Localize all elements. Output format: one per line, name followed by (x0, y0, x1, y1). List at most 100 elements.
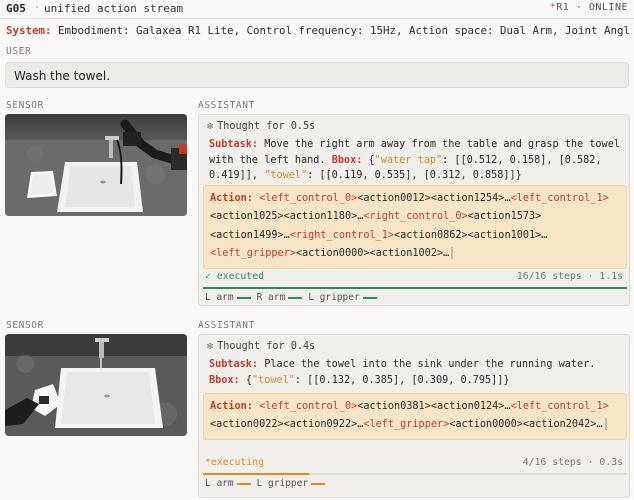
status-text: ONLINE (588, 2, 628, 13)
subtask-description: Place the towel into the sink under the … (264, 359, 596, 370)
action-token: <action1180> (283, 211, 358, 223)
sensor-label: SENSOR (6, 100, 44, 111)
status-model: R1 (556, 2, 570, 13)
sparkle-icon: ✻ (207, 121, 214, 132)
status-sep: · (575, 2, 583, 13)
bbox-object-name: "towel" (264, 170, 308, 181)
progress-bar (203, 287, 627, 289)
action-token: <action0000> (449, 419, 523, 431)
subtask-text: Subtask: Move the right arm away from th… (209, 137, 627, 184)
status-indicator: *R1 · ONLINE (550, 2, 628, 13)
control-token: <left_control_1> (510, 401, 609, 412)
action-token: … (443, 248, 450, 260)
check-icon: ✓ (205, 271, 211, 282)
action-token: <action0922> (283, 419, 358, 431)
control-token: <left_control_0> (259, 193, 358, 204)
control-token: <left_control_1> (510, 193, 609, 204)
user-message-box: Wash the towel. (5, 62, 629, 88)
action-token: <action0862> (394, 229, 468, 241)
legend-line (311, 482, 326, 485)
stream-title: unified action stream (44, 2, 184, 15)
sensor-image (5, 334, 187, 436)
thought-duration: Thought for 0.5s (217, 121, 316, 132)
header-bar: G05 · unified action stream *R1 · ONLINE (0, 0, 634, 19)
subtask-label: Subtask: (209, 359, 259, 370)
progress-fill (203, 473, 309, 475)
action-token: <action0124> (430, 401, 505, 412)
progress-fill (203, 287, 627, 289)
action-token: <action1002> (369, 248, 444, 260)
sensor-label: SENSOR (6, 320, 44, 331)
status-word: executed (216, 271, 264, 282)
control-token: <right_control_0> (363, 211, 468, 223)
assistant-label: ASSISTANT (198, 320, 255, 331)
thought-row[interactable]: ✻ Thought for 0.5s (207, 121, 315, 132)
action-token: <action1254> (430, 193, 505, 204)
legend-entry: L gripper (256, 478, 309, 489)
action-token: <action1499> (210, 229, 284, 241)
action-label: Action: (210, 193, 253, 204)
bbox-label: Bbox: (209, 374, 240, 386)
status-word: executing (210, 457, 264, 468)
status-label: ✓ executed (205, 271, 264, 282)
legend-line (236, 482, 251, 485)
episode-id: G05 (6, 2, 26, 15)
bbox-label: Bbox: (331, 154, 363, 166)
control-token: <left_gripper> (210, 248, 296, 260)
legend-entry: L gripper (308, 292, 360, 303)
subtask-text: Subtask: Place the towel into the sink u… (209, 357, 627, 388)
system-text: Embodiment: Galaxea R1 Lite, Control fre… (58, 24, 630, 37)
sink-scene-image (5, 334, 187, 436)
sensor-image (5, 114, 187, 216)
control-token: <left_gripper> (363, 419, 450, 431)
header-separator: · (34, 2, 41, 14)
assistant-card: ✻ Thought for 0.4s Subtask: Place the tow… (198, 334, 630, 498)
action-token: <action0012> (357, 193, 431, 204)
action-token-block: Action: <left_control_0><action0381><act… (203, 393, 627, 440)
action-token: <action1001> (467, 229, 542, 241)
action-token: … (596, 419, 603, 431)
bbox-object-name: "water tap" (374, 154, 443, 166)
assistant-label: ASSISTANT (198, 100, 255, 111)
user-message: Wash the towel. (14, 69, 111, 83)
execution-status: ✓ executed 16/16 steps · 1.1s (205, 271, 623, 285)
legend-entry: L arm (205, 478, 234, 489)
stream-cursor (451, 247, 454, 260)
thought-row[interactable]: ✻ Thought for 0.4s (207, 341, 315, 352)
control-token: <right_control_1> (289, 229, 395, 241)
control-token: <left_control_0> (259, 401, 358, 412)
action-label: Action: (210, 401, 253, 412)
assistant-card: ✻ Thought for 0.5s Subtask: Move the righ… (198, 114, 630, 306)
sparkle-icon: ✻ (207, 341, 214, 352)
legend-entry: L arm (205, 292, 234, 303)
action-token: … (541, 229, 548, 241)
action-token: <action0022> (210, 419, 284, 431)
action-token: <action0000> (295, 248, 370, 260)
action-token: <action1025> (210, 211, 284, 223)
subtask-label: Subtask: (209, 139, 259, 150)
status-label: *executing (205, 457, 264, 468)
legend-line (236, 296, 251, 299)
progress-bar (203, 473, 627, 475)
action-token: <action2042> (522, 419, 597, 431)
action-token: <action0381> (357, 401, 431, 412)
system-label: System: (6, 24, 52, 37)
sink-scene-image (5, 114, 187, 216)
stream-cursor (604, 418, 607, 431)
execution-status: *executing 4/16 steps · 0.3s (205, 457, 623, 471)
legend-entry: R arm (256, 292, 286, 303)
thought-duration: Thought for 0.4s (217, 341, 316, 352)
bbox-coordinates: : [[0.132, 0.385], [0.309, 0.795]]} (294, 374, 510, 386)
legend-line (288, 296, 303, 299)
system-prompt: System: Embodiment: Galaxea R1 Lite, Con… (6, 24, 630, 37)
action-token: <action1573> (467, 211, 542, 223)
action-token-block: Action: <left_control_0><action0012><act… (203, 185, 627, 269)
user-label: USER (6, 46, 32, 57)
step-counter: 4/16 steps · 0.3s (522, 457, 623, 468)
legend-line (362, 296, 377, 299)
step-counter: 16/16 steps · 1.1s (516, 271, 623, 282)
bbox-coordinates: : [[0.119, 0.535], [0.312, 0.858]]} (307, 170, 522, 181)
channel-legend: L arm R arm L gripper (205, 292, 383, 303)
bbox-object-name: "towel" (251, 374, 295, 386)
channel-legend: L arm L gripper (205, 478, 331, 489)
